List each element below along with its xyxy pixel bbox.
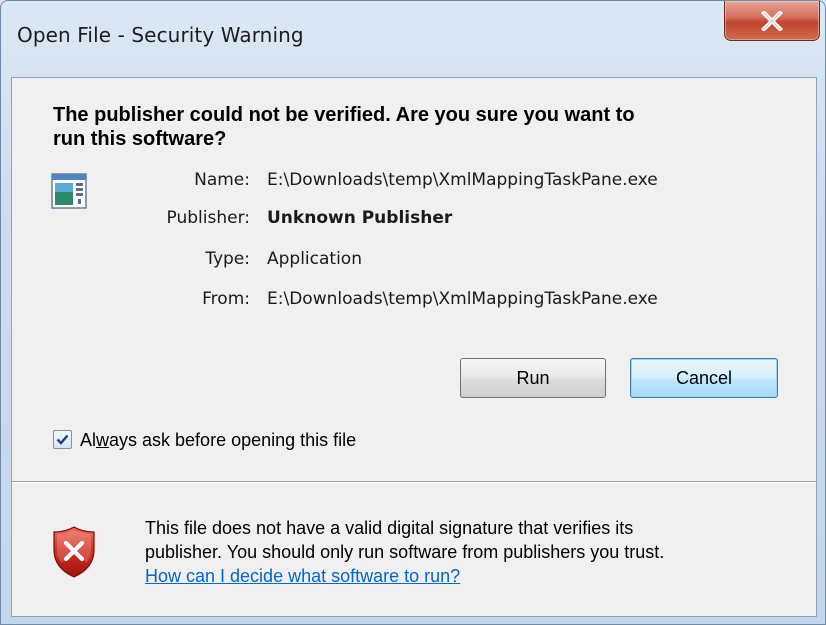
help-link[interactable]: How can I decide what software to run? [145, 564, 460, 588]
footer-warning-area: This file does not have a valid digital … [12, 483, 816, 616]
window-title: Open File - Security Warning [17, 23, 304, 47]
signature-warning-text: This file does not have a valid digital … [145, 516, 785, 564]
publisher-value: Unknown Publisher [267, 208, 453, 228]
from-label: From: [202, 289, 250, 309]
heading-line-1: The publisher could not be verified. Are… [53, 104, 635, 126]
close-button[interactable] [724, 1, 820, 41]
title-bar[interactable]: Open File - Security Warning [1, 1, 825, 77]
name-label: Name: [194, 170, 250, 190]
from-value: E:\Downloads\temp\XmlMappingTaskPane.exe [267, 289, 658, 309]
security-warning-window: Open File - Security Warning The publish… [0, 0, 826, 625]
close-icon [761, 10, 783, 31]
publisher-label: Publisher: [166, 208, 250, 228]
always-ask-label[interactable]: Always ask before opening this file [80, 430, 356, 451]
checkmark-icon [56, 434, 69, 445]
always-ask-label-suffix: ays ask before opening this file [109, 430, 357, 450]
warning-line-1: This file does not have a valid digital … [145, 518, 634, 538]
run-button[interactable]: Run [460, 358, 606, 398]
warning-heading: The publisher could not be verified. Are… [53, 103, 773, 151]
type-value: Application [267, 249, 362, 269]
always-ask-label-accel: w [96, 430, 110, 450]
always-ask-label-prefix: Al [80, 430, 97, 450]
dialog-body: The publisher could not be verified. Are… [11, 77, 817, 617]
heading-line-2: run this software? [53, 128, 227, 150]
name-value: E:\Downloads\temp\XmlMappingTaskPane.exe [267, 170, 658, 190]
always-ask-checkbox[interactable] [53, 430, 72, 449]
warning-line-2: publisher. You should only run software … [145, 542, 665, 562]
cancel-button[interactable]: Cancel [630, 358, 778, 398]
type-label: Type: [205, 249, 250, 269]
shield-error-icon [53, 526, 95, 578]
